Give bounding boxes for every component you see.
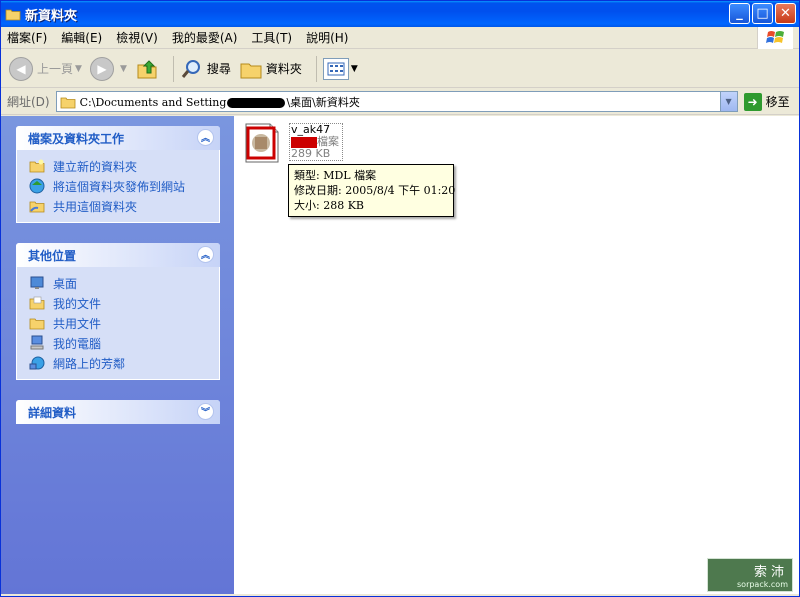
place-label: 共用文件	[53, 316, 102, 331]
network-globe-icon	[29, 356, 45, 370]
task-pane: 檔案及資料夾工作 ︽ 建立新的資料夾 將這個資料夾發佈到網站 共用這個資料夾 其…	[1, 116, 234, 594]
search-label: 搜尋	[206, 62, 231, 76]
task-label: 將這個資料夾發佈到網站	[53, 179, 186, 194]
forward-button[interactable]: ▶ ▼	[89, 54, 127, 84]
collapse-icon[interactable]: ︽	[197, 246, 214, 263]
up-folder-icon	[137, 59, 157, 78]
window-title: 新資料夾	[25, 8, 78, 24]
file-size: 289 KB	[291, 147, 331, 160]
folder-icon	[240, 63, 262, 78]
address-path-suffix: \桌面\新資料夾	[286, 95, 360, 109]
task-label: 共用這個資料夾	[53, 199, 138, 214]
watermark-logo: 索沛 sorpack.com	[707, 558, 793, 592]
place-desktop[interactable]: 桌面	[29, 273, 219, 293]
expand-icon[interactable]: ︾	[197, 403, 214, 420]
collapse-icon[interactable]: ︽	[197, 129, 214, 146]
menu-help[interactable]: 說明(H)	[306, 29, 348, 46]
windows-logo-icon	[757, 27, 793, 49]
back-label: 上一頁	[37, 62, 74, 76]
close-button[interactable]: ✕	[775, 3, 796, 24]
task-new-folder[interactable]: 建立新的資料夾	[29, 156, 219, 176]
details-header[interactable]: 詳細資料 ︾	[16, 400, 220, 424]
file-tasks-title: 檔案及資料夾工作	[28, 131, 125, 146]
new-folder-icon	[29, 159, 45, 173]
go-label: 移至	[765, 95, 790, 109]
toolbar-divider	[172, 55, 174, 82]
back-arrow-icon: ◀	[9, 56, 33, 81]
address-path: C:\Documents and Setting \桌面\新資料夾	[80, 94, 360, 110]
other-places-panel: 其他位置 ︽ 桌面 我的文件 共用文件 我的電腦 網路上的芳鄰	[16, 243, 220, 380]
folders-label: 資料夾	[265, 62, 302, 76]
documents-folder-icon	[29, 296, 45, 310]
address-bar: 網址(D) C:\Documents and Setting \桌面\新資料夾 ▼…	[1, 89, 799, 115]
folders-button[interactable]: 資料夾	[239, 54, 302, 84]
address-label: 網址(D)	[7, 95, 50, 109]
file-tasks-panel: 檔案及資料夾工作 ︽ 建立新的資料夾 將這個資料夾發佈到網站 共用這個資料夾	[16, 126, 220, 223]
go-button[interactable]: ➜ 移至	[743, 92, 790, 111]
menu-tools[interactable]: 工具(T)	[251, 29, 292, 46]
place-network[interactable]: 網路上的芳鄰	[29, 353, 219, 373]
place-label: 我的電腦	[53, 336, 102, 351]
watermark-url: sorpack.com	[737, 580, 788, 589]
forward-arrow-icon: ▶	[89, 56, 114, 81]
place-my-documents[interactable]: 我的文件	[29, 293, 219, 313]
other-places-header[interactable]: 其他位置 ︽	[16, 243, 220, 267]
mdl-file-icon	[245, 123, 279, 163]
file-tasks-body: 建立新的資料夾 將這個資料夾發佈到網站 共用這個資料夾	[16, 150, 220, 223]
globe-publish-icon	[29, 178, 45, 194]
views-button[interactable]: ▼	[322, 54, 358, 84]
minimize-button[interactable]: _	[729, 3, 750, 24]
other-places-title: 其他位置	[28, 248, 77, 263]
file-label: v_ak47 檔案 289 KB	[289, 123, 343, 161]
title-bar[interactable]: 新資料夾 _ □ ✕	[1, 1, 799, 27]
views-icon	[322, 57, 349, 80]
folder-icon	[60, 97, 76, 108]
folder-icon	[5, 9, 21, 21]
address-path-prefix: C:\Documents and Setting	[79, 95, 227, 109]
menu-view[interactable]: 檢視(V)	[116, 29, 158, 46]
other-places-body: 桌面 我的文件 共用文件 我的電腦 網路上的芳鄰	[16, 267, 220, 380]
redaction-mark	[227, 97, 286, 108]
place-label: 桌面	[53, 276, 78, 291]
go-arrow-icon: ➜	[743, 92, 762, 111]
shared-folder-icon	[29, 318, 45, 330]
toolbar-divider	[315, 55, 317, 82]
menu-bar: 檔案(F) 編輯(E) 檢視(V) 我的最愛(A) 工具(T) 說明(H)	[1, 27, 799, 49]
details-title: 詳細資料	[28, 405, 77, 420]
search-icon	[181, 59, 200, 78]
explorer-window: 新資料夾 _ □ ✕ 檔案(F) 編輯(E) 檢視(V) 我的最愛(A) 工具(…	[0, 0, 800, 597]
watermark-text: 索沛	[753, 565, 788, 580]
menu-edit[interactable]: 編輯(E)	[61, 29, 102, 46]
tooltip-type: 類型: MDL 檔案	[294, 169, 377, 182]
file-tooltip: 類型: MDL 檔案 修改日期: 2005/8/4 下午 01:20 大小: 2…	[288, 164, 456, 217]
file-tasks-header[interactable]: 檔案及資料夾工作 ︽	[16, 126, 220, 150]
task-share-folder[interactable]: 共用這個資料夾	[29, 196, 219, 216]
redaction-mark	[291, 136, 317, 148]
place-my-computer[interactable]: 我的電腦	[29, 333, 219, 353]
desktop-icon	[30, 276, 44, 289]
share-folder-icon	[29, 201, 45, 213]
task-publish-web[interactable]: 將這個資料夾發佈到網站	[29, 176, 219, 196]
chevron-down-icon[interactable]: ▼	[351, 64, 358, 74]
search-button[interactable]: 搜尋	[180, 54, 231, 84]
chevron-down-icon[interactable]: ▼	[75, 64, 82, 74]
chevron-down-icon[interactable]: ▼	[719, 92, 737, 111]
menu-file[interactable]: 檔案(F)	[7, 29, 47, 46]
chevron-down-icon[interactable]: ▼	[120, 64, 127, 74]
back-button[interactable]: ◀ 上一頁 ▼	[9, 54, 82, 84]
maximize-button[interactable]: □	[752, 3, 773, 24]
place-label: 我的文件	[53, 296, 102, 311]
tooltip-modified: 修改日期: 2005/8/4 下午 01:20	[294, 184, 456, 197]
place-label: 網路上的芳鄰	[53, 356, 126, 371]
toolbar: ◀ 上一頁 ▼ ▶ ▼ 搜尋 資料夾 ▼	[1, 50, 799, 88]
task-label: 建立新的資料夾	[53, 159, 138, 174]
place-shared-documents[interactable]: 共用文件	[29, 313, 219, 333]
menu-favorites[interactable]: 我的最愛(A)	[172, 29, 238, 46]
details-panel: 詳細資料 ︾	[16, 400, 220, 424]
tooltip-size: 大小: 288 KB	[294, 199, 364, 212]
up-folder-button[interactable]	[135, 54, 159, 84]
address-input[interactable]: C:\Documents and Setting \桌面\新資料夾 ▼	[55, 91, 738, 112]
computer-icon	[30, 335, 44, 350]
